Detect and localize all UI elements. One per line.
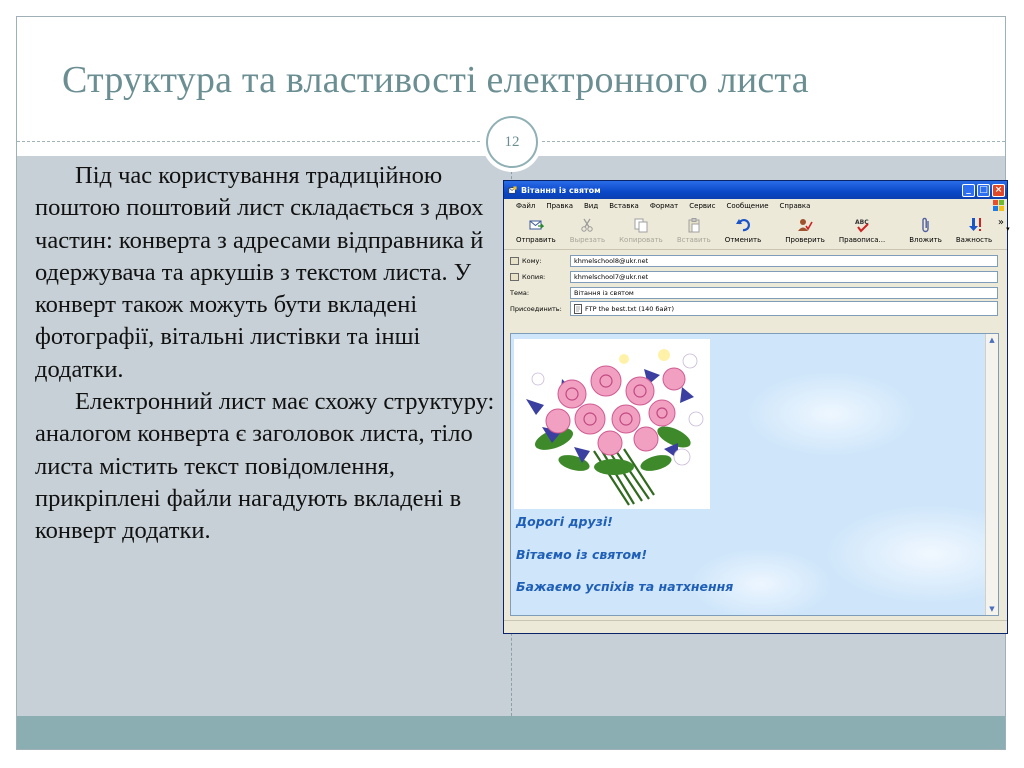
maximize-button[interactable]: □ — [977, 183, 990, 197]
message-line-1: Дорогі друзі! — [516, 514, 613, 529]
message-body[interactable]: Дорогі друзі! Вітаємо із святом! Бажаємо… — [510, 333, 999, 616]
undo-label: Отменить — [724, 236, 762, 244]
send-label: Отправить — [516, 236, 556, 244]
attachment-name[interactable]: FTP the best.txt (140 байт) — [585, 302, 674, 316]
priority-dropdown-icon[interactable]: ▾ — [1006, 225, 1010, 233]
address-book-icon — [510, 272, 519, 281]
attach-field-label: Присоединить: — [510, 304, 562, 313]
menu-bar: Файл Правка Вид Вставка Формат Сервис Со… — [504, 199, 1007, 213]
menu-insert[interactable]: Вставка — [609, 202, 639, 210]
copy-button[interactable]: Копировать — [619, 213, 663, 244]
windows-logo-icon — [993, 200, 1004, 211]
cut-button[interactable]: Вырезать — [570, 213, 605, 244]
subject-label: Тема: — [510, 288, 530, 297]
priority-button[interactable]: Важность — [956, 213, 992, 244]
attach-row: Присоединить: FTP the best.txt (140 байт… — [510, 301, 1007, 316]
scroll-down-icon[interactable]: ▼ — [986, 603, 998, 615]
window-titlebar[interactable]: Вітання із святом _ □ × — [504, 181, 1007, 199]
priority-icon — [969, 218, 981, 231]
spelling-label: Правописа... — [838, 236, 886, 244]
send-icon — [529, 220, 544, 230]
check-names-label: Проверить — [785, 236, 825, 244]
paste-icon — [688, 218, 700, 233]
paperclip-icon — [921, 217, 929, 233]
undo-icon — [735, 219, 750, 232]
menu-message[interactable]: Сообщение — [726, 202, 768, 210]
subject-row: Тема: Вітання із святом — [510, 285, 1007, 300]
priority-label: Важность — [955, 236, 993, 244]
spellcheck-icon: ABC — [855, 219, 869, 233]
to-row: Кому: khmelschool8@ukr.net — [510, 253, 1007, 268]
cc-row: Копия: khmelschool7@ukr.net — [510, 269, 1007, 284]
paragraph-2: Електронний лист має схожу структуру: ан… — [35, 388, 495, 545]
attach-label: Вложить — [909, 236, 942, 244]
cut-label: Вырезать — [569, 236, 606, 244]
to-label: Кому: — [522, 256, 542, 265]
cc-field[interactable]: khmelschool7@ukr.net — [570, 270, 998, 283]
slide-title: Структура та властивості електронного ли… — [62, 59, 809, 101]
cc-label: Копия: — [522, 272, 546, 281]
toolbar: Отправить Вырезать Копировать Вставить О… — [504, 213, 1010, 250]
scissors-icon — [581, 218, 594, 232]
send-button[interactable]: Отправить — [516, 213, 556, 244]
window-title: Вітання із святом — [521, 185, 601, 195]
minimize-button[interactable]: _ — [962, 183, 975, 197]
toolbar-overflow-icon[interactable]: » — [998, 217, 1004, 228]
menu-view[interactable]: Вид — [584, 202, 598, 210]
undo-button[interactable]: Отменить — [724, 213, 762, 244]
text-file-icon — [574, 303, 582, 314]
message-line-3: Бажаємо успіхів та натхнення — [516, 579, 734, 594]
menu-format[interactable]: Формат — [650, 202, 678, 210]
menu-help[interactable]: Справка — [780, 202, 811, 210]
spelling-button[interactable]: ABC Правописа... — [839, 213, 885, 244]
status-bar — [504, 620, 1007, 633]
message-line-2: Вітаємо із святом! — [516, 547, 648, 562]
email-compose-window: Вітання із святом _ □ × Файл Правка Вид … — [503, 180, 1010, 634]
attach-field[interactable]: FTP the best.txt (140 байт) — [570, 301, 998, 316]
flower-bouquet-image — [514, 339, 710, 509]
menu-edit[interactable]: Правка — [546, 202, 573, 210]
close-button[interactable]: × — [992, 183, 1005, 197]
scroll-up-icon[interactable]: ▲ — [986, 334, 998, 346]
cc-label-wrap[interactable]: Копия: — [510, 272, 570, 281]
subject-field[interactable]: Вітання із святом — [570, 286, 998, 299]
menu-file[interactable]: Файл — [516, 202, 535, 210]
address-book-icon — [510, 256, 519, 265]
slide-text: Під час користування традиційною поштою … — [35, 160, 500, 548]
check-names-icon — [798, 219, 813, 231]
mail-compose-icon — [508, 185, 517, 193]
paste-button[interactable]: Вставить — [677, 213, 711, 244]
check-names-button[interactable]: Проверить — [785, 213, 825, 244]
to-label-wrap[interactable]: Кому: — [510, 256, 570, 265]
menu-tools[interactable]: Сервис — [689, 202, 715, 210]
copy-icon — [634, 218, 648, 233]
message-scrollbar[interactable]: ▲ ▼ — [985, 334, 998, 615]
paragraph-1: Під час користування традиційною поштою … — [35, 162, 484, 383]
footer-band — [17, 716, 1005, 749]
attach-button[interactable]: Вложить — [909, 213, 942, 244]
copy-label: Копировать — [619, 236, 663, 244]
to-field[interactable]: khmelschool8@ukr.net — [570, 254, 998, 267]
paste-label: Вставить — [676, 236, 711, 244]
header-fields: Кому: khmelschool8@ukr.net Копия: khmels… — [504, 250, 1007, 316]
